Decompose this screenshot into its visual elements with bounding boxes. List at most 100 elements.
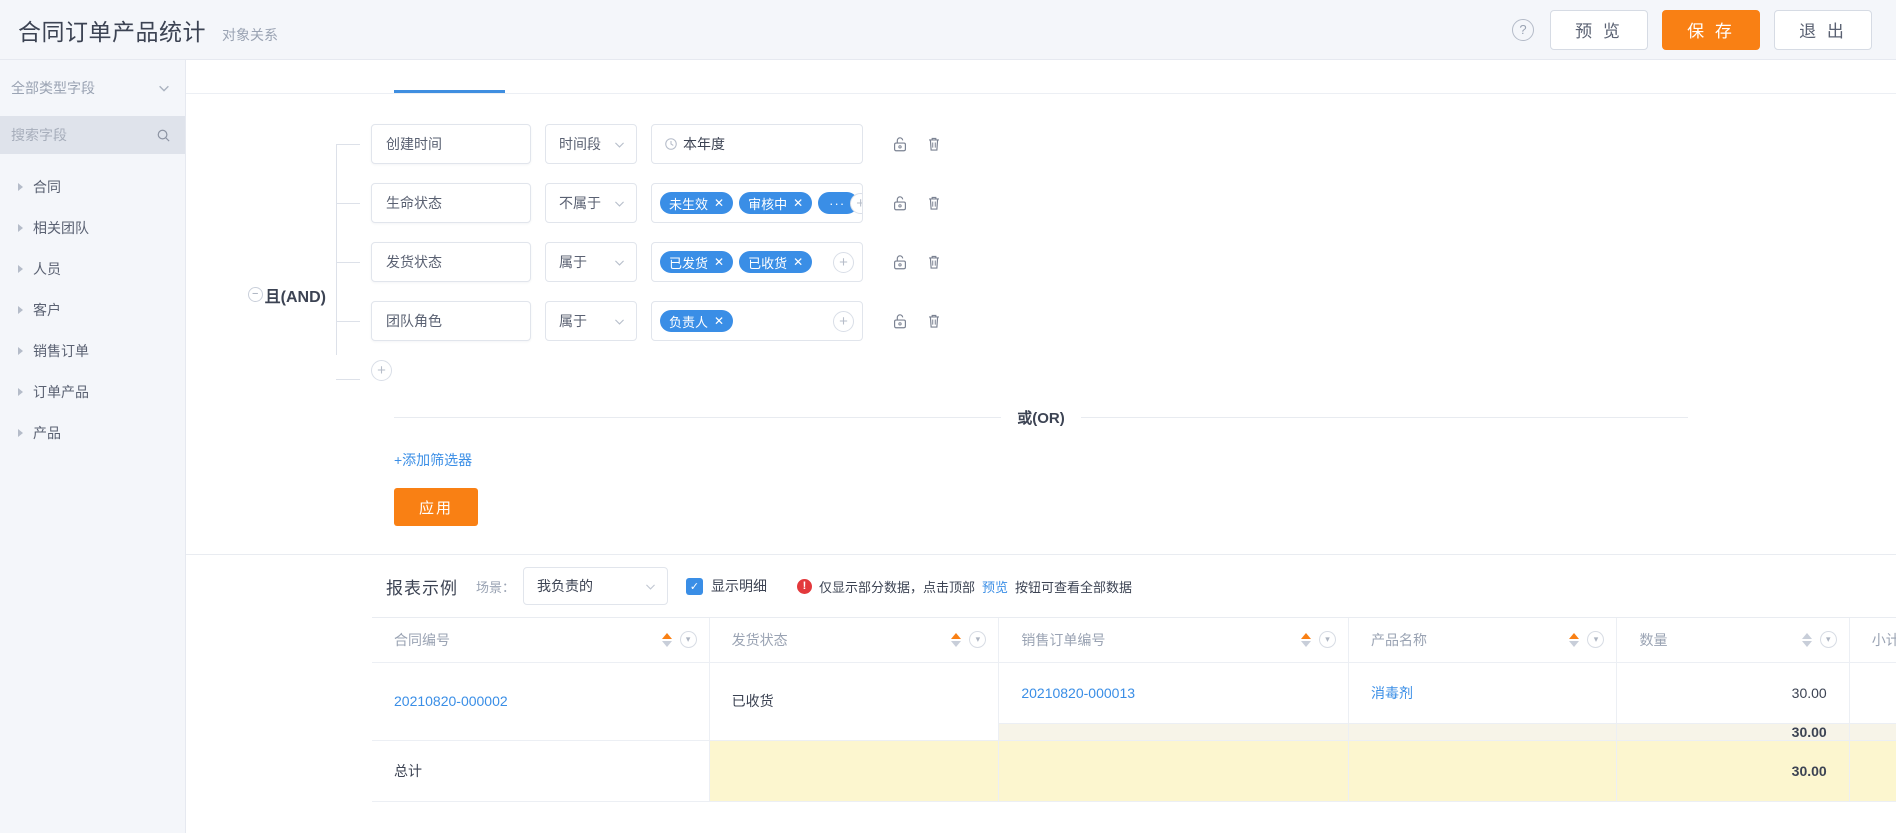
condition-field-select[interactable]: 生命状态 bbox=[371, 183, 531, 223]
sort-asc-icon[interactable] bbox=[951, 632, 962, 639]
column-header-contract-no[interactable]: 合同编号 ▾ bbox=[372, 618, 710, 663]
sidebar-item-product[interactable]: 产品 bbox=[0, 412, 185, 453]
column-label: 数量 bbox=[1639, 631, 1668, 648]
contract-no-link[interactable]: 20210820-000002 bbox=[394, 693, 508, 709]
condition-value-input[interactable]: 本年度 bbox=[651, 124, 863, 164]
value-chip[interactable]: 已收货 ✕ bbox=[739, 251, 813, 273]
delete-icon[interactable] bbox=[925, 312, 943, 330]
sort-asc-icon[interactable] bbox=[661, 632, 672, 639]
add-filter-link[interactable]: +添加筛选器 bbox=[394, 450, 472, 470]
column-header-product-name[interactable]: 产品名称 ▾ bbox=[1348, 618, 1618, 663]
scene-select[interactable]: 我负责的 bbox=[523, 567, 669, 605]
order-no-link[interactable]: 20210820-000013 bbox=[1021, 685, 1135, 701]
sort-desc-icon[interactable] bbox=[1801, 640, 1812, 647]
delete-icon[interactable] bbox=[925, 253, 943, 271]
value-chip[interactable]: 未生效 ✕ bbox=[660, 192, 734, 214]
sort-asc-icon[interactable] bbox=[1801, 632, 1812, 639]
subtotal-blank-cell bbox=[1348, 723, 1618, 741]
sort-asc-icon[interactable] bbox=[1569, 632, 1580, 639]
sort-arrows-icon[interactable] bbox=[661, 632, 672, 647]
value-chip[interactable]: 审核中 ✕ bbox=[739, 192, 813, 214]
chip-remove-icon[interactable]: ✕ bbox=[793, 255, 803, 269]
search-field-input[interactable]: 搜索字段 bbox=[0, 116, 185, 154]
save-button[interactable]: 保 存 bbox=[1662, 9, 1760, 50]
column-header-quantity[interactable]: 数量 ▾ bbox=[1616, 618, 1850, 663]
column-menu-icon[interactable]: ▾ bbox=[1819, 631, 1837, 649]
chip-remove-icon[interactable]: ✕ bbox=[793, 196, 803, 210]
bracket-branch-line bbox=[336, 321, 360, 322]
column-header-ship-status[interactable]: 发货状态 ▾ bbox=[709, 618, 1000, 663]
sidebar-item-personnel[interactable]: 人员 bbox=[0, 248, 185, 289]
sort-desc-icon[interactable] bbox=[661, 640, 672, 647]
delete-icon[interactable] bbox=[925, 194, 943, 212]
preview-button[interactable]: 预 览 bbox=[1550, 9, 1648, 50]
sidebar-item-customer[interactable]: 客户 bbox=[0, 289, 185, 330]
column-sorter[interactable]: ▾ bbox=[1569, 631, 1605, 649]
value-chip[interactable]: 已发货 ✕ bbox=[660, 251, 734, 273]
condition-operator-select[interactable]: 属于 bbox=[545, 242, 637, 282]
condition-operator-select[interactable]: 不属于 bbox=[545, 183, 637, 223]
unlock-icon[interactable] bbox=[891, 194, 909, 212]
chip-remove-icon[interactable]: ✕ bbox=[714, 255, 724, 269]
sidebar-item-order-product[interactable]: 订单产品 bbox=[0, 371, 185, 412]
condition-field-select[interactable]: 创建时间 bbox=[371, 124, 531, 164]
column-menu-icon[interactable]: ▾ bbox=[1587, 631, 1605, 649]
field-type-dropdown[interactable]: 全部类型字段 bbox=[0, 60, 185, 116]
sort-desc-icon[interactable] bbox=[1300, 640, 1311, 647]
sidebar-item-sales-order[interactable]: 销售订单 bbox=[0, 330, 185, 371]
add-value-button[interactable]: + bbox=[850, 192, 862, 214]
grand-total-quantity: 30.00 bbox=[1616, 740, 1850, 802]
condition-operator-select[interactable]: 时间段 bbox=[545, 124, 637, 164]
warning-preview-link[interactable]: 预览 bbox=[982, 577, 1008, 596]
sidebar-item-related-team[interactable]: 相关团队 bbox=[0, 207, 185, 248]
column-sorter[interactable]: ▾ bbox=[1801, 631, 1837, 649]
column-header-subtotal[interactable]: 小计 ▾ bbox=[1849, 618, 1896, 663]
partial-data-warning: ! 仅显示部分数据，点击顶部 预览 按钮可查看全部数据 bbox=[797, 577, 1132, 596]
sort-arrows-icon[interactable] bbox=[1569, 632, 1580, 647]
condition-value-input[interactable]: 未生效 ✕ 审核中 ✕ ··· + bbox=[651, 183, 863, 223]
condition-operator-select[interactable]: 属于 bbox=[545, 301, 637, 341]
product-name-link[interactable]: 消毒剂 bbox=[1371, 685, 1413, 701]
exit-button[interactable]: 退 出 bbox=[1774, 9, 1872, 50]
unlock-icon[interactable] bbox=[891, 312, 909, 330]
sort-desc-icon[interactable] bbox=[1569, 640, 1580, 647]
sort-desc-icon[interactable] bbox=[951, 640, 962, 647]
column-menu-icon[interactable]: ▾ bbox=[679, 631, 697, 649]
help-icon[interactable]: ? bbox=[1512, 18, 1534, 41]
column-menu-icon[interactable]: ▾ bbox=[1318, 631, 1336, 649]
sidebar-item-contract[interactable]: 合同 bbox=[0, 166, 185, 207]
column-sorter[interactable]: ▾ bbox=[1300, 631, 1336, 649]
column-sorter[interactable]: ▾ bbox=[951, 631, 987, 649]
condition-value-input[interactable]: 负责人 ✕ + bbox=[651, 301, 863, 341]
unlock-icon[interactable] bbox=[891, 253, 909, 271]
add-condition-button[interactable]: + bbox=[371, 360, 392, 381]
bracket-branch-line bbox=[336, 262, 360, 263]
apply-button[interactable]: 应用 bbox=[394, 488, 478, 526]
condition-value-input[interactable]: 已发货 ✕ 已收货 ✕ + bbox=[651, 242, 863, 282]
add-value-button[interactable]: + bbox=[833, 310, 854, 332]
unlock-icon[interactable] bbox=[891, 135, 909, 153]
group-operator-label: 且(AND) bbox=[264, 288, 326, 306]
subtotal-quantity: 30.00 bbox=[1616, 723, 1850, 741]
sort-asc-icon[interactable] bbox=[1300, 632, 1311, 639]
condition-field-select[interactable]: 团队角色 bbox=[371, 301, 531, 341]
chip-remove-icon[interactable]: ✕ bbox=[714, 196, 724, 210]
column-sorter[interactable]: ▾ bbox=[661, 631, 697, 649]
condition-field-select[interactable]: 发货状态 bbox=[371, 242, 531, 282]
report-table-inner: 合同编号 ▾ 发货状态 ▾ 销售订单编号 ▾ 产品名称 ▾ 数量 ▾ 小计 20… bbox=[372, 618, 1896, 802]
show-detail-checkbox[interactable]: ✓ 显示明细 bbox=[686, 576, 767, 596]
column-header-order-no[interactable]: 销售订单编号 ▾ bbox=[998, 618, 1349, 663]
collapse-group-button[interactable]: − bbox=[247, 287, 263, 302]
column-menu-icon[interactable]: ▾ bbox=[969, 631, 987, 649]
add-value-button[interactable]: + bbox=[833, 251, 854, 273]
sort-arrows-icon[interactable] bbox=[1801, 632, 1812, 647]
sort-arrows-icon[interactable] bbox=[951, 632, 962, 647]
value-chip[interactable]: 负责人 ✕ bbox=[660, 310, 734, 332]
column-label: 销售订单编号 bbox=[1021, 631, 1106, 648]
delete-icon[interactable] bbox=[925, 135, 943, 153]
warning-prefix: 仅显示部分数据，点击顶部 bbox=[819, 579, 976, 595]
sort-arrows-icon[interactable] bbox=[1300, 632, 1311, 647]
chip-remove-icon[interactable]: ✕ bbox=[714, 314, 724, 328]
table-grand-total-row: 总计 30.00 2700.00 bbox=[372, 740, 1896, 802]
triangle-right-icon bbox=[18, 387, 23, 396]
